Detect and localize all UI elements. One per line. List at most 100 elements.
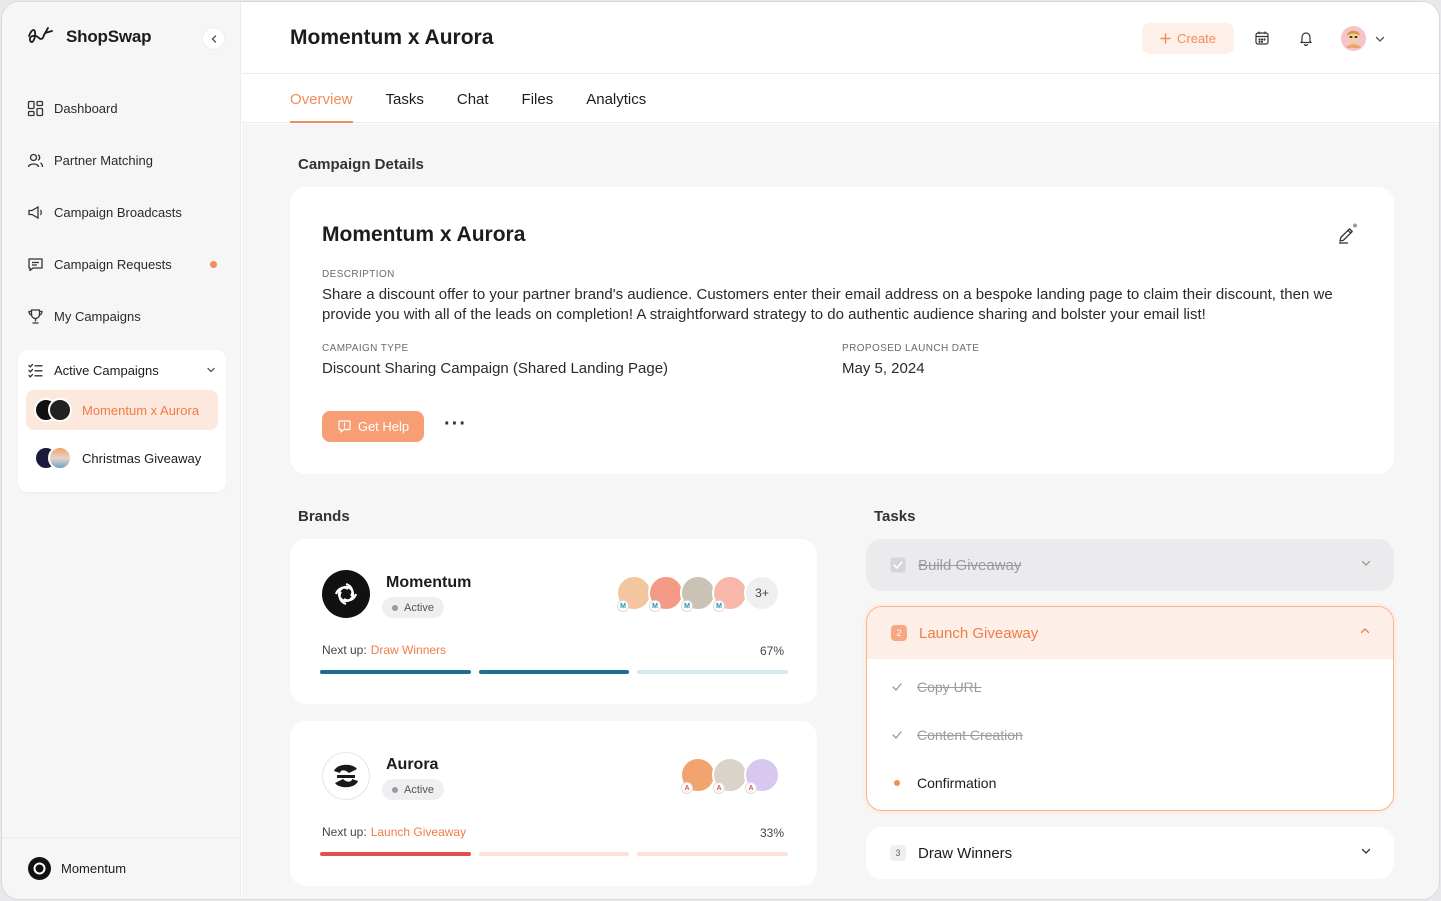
campaign-item-label: Momentum x Aurora	[82, 402, 200, 418]
task-header[interactable]: 3 Draw Winners	[866, 827, 1394, 879]
member-avatar: A	[680, 757, 716, 794]
dashboard-icon	[27, 100, 44, 117]
active-campaigns-group: Active Campaigns Momentum x Aurora Chris…	[18, 350, 226, 492]
progress-segment	[320, 852, 471, 856]
edit-icon[interactable]	[1336, 223, 1358, 245]
account-switcher[interactable]: Momentum	[2, 837, 240, 899]
launch-date-value: May 5, 2024	[842, 360, 925, 377]
team-members[interactable]: M M M M 3+	[616, 575, 780, 612]
check-icon	[891, 681, 903, 693]
sidebar-item-partner-matching[interactable]: Partner Matching	[18, 134, 226, 186]
member-avatar: A	[712, 757, 748, 794]
more-members-count: 3+	[744, 575, 780, 611]
next-up-label: Next up:	[322, 825, 367, 839]
team-members[interactable]: A A A	[680, 757, 780, 794]
tab-overview[interactable]: Overview	[290, 75, 353, 123]
brand-logo[interactable]: ShopSwap	[26, 24, 151, 50]
subtask-label: Confirmation	[917, 775, 997, 791]
sunset-logo-icon	[48, 446, 72, 470]
member-avatar: A	[744, 757, 780, 794]
next-task-link[interactable]: Draw Winners	[371, 643, 446, 657]
next-up-text: Next up: Launch Giveaway	[322, 825, 466, 839]
campaign-details-card: Momentum x Aurora DESCRIPTION Share a di…	[290, 187, 1394, 474]
next-up-label: Next up:	[322, 643, 367, 657]
brand-name: Momentum	[386, 574, 472, 591]
task-header[interactable]: 2 Launch Giveaway	[867, 607, 1393, 659]
notification-dot	[210, 260, 217, 268]
next-task-link[interactable]: Launch Giveaway	[371, 825, 466, 839]
member-avatar: M	[680, 575, 716, 612]
tab-files[interactable]: Files	[522, 75, 554, 123]
sidebar-item-label: Campaign Broadcasts	[54, 204, 182, 220]
progress-segment	[320, 670, 471, 674]
subtask-copy-url[interactable]: Copy URL	[867, 663, 1393, 711]
task-title: Build Giveaway	[918, 556, 1022, 574]
chevron-up-icon	[1359, 625, 1371, 637]
sidebar-item-my-campaigns[interactable]: My Campaigns	[18, 290, 226, 342]
tab-chat[interactable]: Chat	[457, 75, 489, 123]
member-brand-tag: M	[681, 600, 693, 612]
task-title: Draw Winners	[918, 844, 1013, 862]
create-button[interactable]: Create	[1142, 23, 1234, 54]
subtask-label: Content Creation	[917, 727, 1023, 743]
next-up-text: Next up: Draw Winners	[322, 643, 446, 657]
get-help-button[interactable]: Get Help	[322, 411, 424, 442]
member-brand-tag: M	[617, 600, 629, 612]
sidebar-item-label: Campaign Requests	[54, 256, 172, 272]
users-icon	[27, 152, 44, 169]
subtask-confirmation[interactable]: Confirmation	[867, 759, 1393, 807]
progress-percent: 67%	[760, 644, 785, 658]
campaign-item-momentum-aurora[interactable]: Momentum x Aurora	[26, 390, 218, 430]
sidebar-item-label: My Campaigns	[54, 308, 141, 324]
task-header[interactable]: Build Giveaway	[866, 539, 1394, 591]
campaign-item-label: Christmas Giveaway	[82, 450, 202, 466]
aurora-logo-icon	[48, 398, 72, 422]
message-icon	[27, 256, 44, 273]
campaign-details-heading: Campaign Details	[298, 156, 424, 173]
help-chat-icon	[337, 419, 352, 434]
pending-dot-icon	[891, 777, 903, 789]
progress-segment	[637, 852, 789, 856]
campaign-brand-avatars	[34, 398, 74, 422]
bell-icon	[1298, 30, 1314, 46]
task-title: Launch Giveaway	[919, 624, 1039, 642]
task-draw-winners[interactable]: 3 Draw Winners	[866, 827, 1394, 879]
progress-bar	[320, 852, 789, 856]
momentum-logo-icon	[28, 857, 51, 880]
user-menu[interactable]	[1341, 26, 1386, 51]
app-name: ShopSwap	[66, 27, 152, 46]
campaign-brand-avatars	[34, 446, 74, 470]
plus-icon	[1160, 33, 1171, 44]
chevron-down-icon	[1360, 557, 1372, 569]
launch-date-label: PROPOSED LAUNCH DATE	[842, 343, 980, 354]
megaphone-icon	[27, 204, 44, 221]
app-window: ShopSwap Dashboard Partner Matching Camp…	[1, 1, 1440, 900]
tab-tasks[interactable]: Tasks	[386, 75, 424, 123]
status-badge: Active	[382, 779, 444, 800]
sidebar-item-campaign-broadcasts[interactable]: Campaign Broadcasts	[18, 186, 226, 238]
collapse-sidebar-button[interactable]	[202, 27, 225, 50]
sidebar-item-dashboard[interactable]: Dashboard	[18, 82, 226, 134]
more-options-button[interactable]: ···	[444, 414, 467, 434]
main-content: Campaign Details Momentum x Aurora DESCR…	[242, 124, 1439, 899]
campaign-item-christmas-giveaway[interactable]: Christmas Giveaway	[26, 438, 218, 478]
notifications-button[interactable]	[1296, 28, 1316, 48]
sidebar-item-campaign-requests[interactable]: Campaign Requests	[18, 238, 226, 290]
page-title: Momentum x Aurora	[290, 26, 494, 49]
sidebar-item-label: Dashboard	[54, 100, 118, 116]
campaign-type-label: CAMPAIGN TYPE	[322, 343, 409, 354]
task-launch-giveaway: 2 Launch Giveaway Copy URL Content Creat…	[866, 606, 1394, 811]
user-avatar	[1341, 26, 1366, 51]
progress-percent: 33%	[760, 826, 785, 840]
chevron-left-icon	[209, 34, 219, 44]
task-number: 2	[891, 625, 907, 641]
account-name: Momentum	[61, 861, 127, 876]
checklist-icon	[27, 362, 44, 379]
subtask-content-creation[interactable]: Content Creation	[867, 711, 1393, 759]
checkbox-checked-icon	[890, 557, 906, 573]
brand-name: Aurora	[386, 756, 439, 773]
calendar-button[interactable]	[1252, 28, 1272, 48]
tab-analytics[interactable]: Analytics	[586, 75, 646, 123]
task-build-giveaway[interactable]: Build Giveaway	[866, 539, 1394, 591]
active-campaigns-toggle[interactable]: Active Campaigns	[18, 350, 226, 390]
